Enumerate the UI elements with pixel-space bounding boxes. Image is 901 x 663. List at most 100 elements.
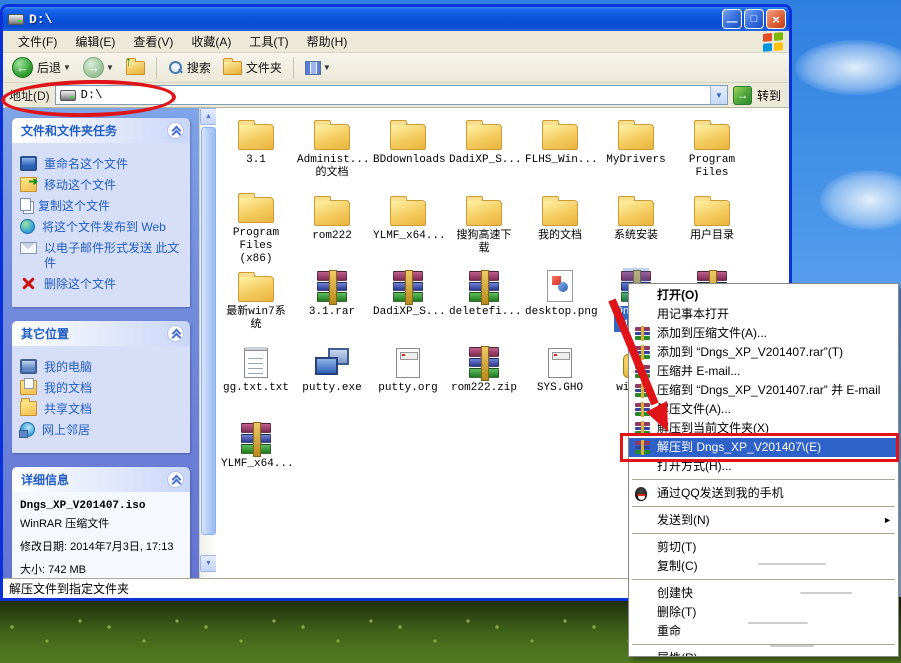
file-item[interactable]: Program Files (x86) <box>218 190 294 266</box>
file-item[interactable]: putty.org <box>370 342 446 418</box>
context-menu-item[interactable]: 删除(T) <box>629 603 898 622</box>
file-item[interactable]: desktop.png <box>522 266 598 342</box>
context-menu-item[interactable]: 解压到当前文件夹(X) <box>629 419 898 438</box>
file-item[interactable]: DadiXP_S... <box>446 114 522 190</box>
file-item[interactable]: Administ... 的文档 <box>294 114 370 190</box>
context-menu-item[interactable]: 解压到 Dngs_XP_V201407\(E) <box>629 438 898 457</box>
address-input[interactable]: D:\ ▼ <box>55 85 728 105</box>
folders-button[interactable]: 文件夹 <box>218 57 287 78</box>
other-place-item[interactable]: 我的文档 <box>20 380 185 396</box>
file-item[interactable]: rom222 <box>294 190 370 266</box>
context-menu-item[interactable]: 通过QQ发送到我的手机 <box>629 484 898 503</box>
rar-file-icon <box>469 347 499 378</box>
file-label: BDdownloads <box>371 154 445 167</box>
context-menu-item[interactable]: 添加到压缩文件(A)... <box>629 324 898 343</box>
context-menu-item[interactable]: 重命 <box>629 622 898 641</box>
menubar-item[interactable]: 收藏(A) <box>182 33 240 51</box>
views-button[interactable]: ▼ <box>300 59 336 77</box>
file-item[interactable]: 我的文档 <box>522 190 598 266</box>
context-menu-item[interactable]: 添加到 “Dngs_XP_V201407.rar”(T) <box>629 343 898 362</box>
other-place-item[interactable]: 共享文档 <box>20 401 185 417</box>
context-menu-item[interactable]: 创建快 <box>629 584 898 603</box>
file-item[interactable]: FLHS_Win... <box>522 114 598 190</box>
context-menu-item[interactable]: 复制(C) <box>629 557 898 576</box>
file-item[interactable]: 3.1 <box>218 114 294 190</box>
details-header[interactable]: 详细信息 <box>12 467 190 492</box>
file-item[interactable]: 用户目录 <box>674 190 750 266</box>
file-item[interactable]: SYS.GHO <box>522 342 598 418</box>
toolbar-separator <box>293 57 294 79</box>
back-button[interactable]: ← 后退 ▼ <box>7 55 76 80</box>
other-places-panel: 其它位置 我的电脑我的文档共享文档网上邻居 <box>12 321 190 453</box>
file-task-item[interactable]: 将这个文件发布到 Web <box>20 219 185 235</box>
file-task-item[interactable]: 复制这个文件 <box>20 198 185 214</box>
context-menu-item[interactable]: 压缩并 E-mail... <box>629 362 898 381</box>
menubar-item[interactable]: 查看(V) <box>124 33 182 51</box>
context-menu-label: 压缩并 E-mail... <box>657 364 740 378</box>
forward-caret-icon: ▼ <box>106 63 114 72</box>
title-bar[interactable]: D:\ — □ × <box>3 7 789 31</box>
menubar-item[interactable]: 文件(F) <box>9 33 66 51</box>
file-item[interactable]: rom222.zip <box>446 342 522 418</box>
file-item[interactable]: 3.1.rar <box>294 266 370 342</box>
details-modified: 修改日期: 2014年7月3日, 17:13 <box>20 538 185 554</box>
file-item[interactable]: 系统安装 <box>598 190 674 266</box>
file-item[interactable]: deletefi... <box>446 266 522 342</box>
context-menu-item[interactable]: 打开(O) <box>629 286 898 305</box>
scroll-up-button[interactable]: ▲ <box>200 108 217 125</box>
file-item[interactable]: 最新win7系 统 <box>218 266 294 342</box>
context-menu-label: 解压到 Dngs_XP_V201407\(E) <box>657 440 821 454</box>
maximize-button[interactable]: □ <box>744 9 764 29</box>
minimize-button[interactable]: — <box>722 9 742 29</box>
scroll-down-button[interactable]: ▼ <box>200 555 217 572</box>
address-dropdown-button[interactable]: ▼ <box>710 86 727 104</box>
file-item[interactable]: DadiXP_S... <box>370 266 446 342</box>
submenu-arrow-icon: ► <box>883 511 892 530</box>
context-menu-item[interactable]: 打开方式(H)... <box>629 457 898 476</box>
menubar-item[interactable]: 帮助(H) <box>298 33 357 51</box>
file-item[interactable]: Program Files <box>674 114 750 190</box>
file-item[interactable]: BDdownloads <box>370 114 446 190</box>
context-menu-item[interactable]: 压缩到 “Dngs_XP_V201407.rar” 并 E-mail <box>629 381 898 400</box>
file-item[interactable]: YLMF_x64... <box>218 418 294 494</box>
context-menu-item[interactable]: 解压文件(A)... <box>629 400 898 419</box>
close-button[interactable]: × <box>766 9 786 29</box>
file-item[interactable]: putty.exe <box>294 342 370 418</box>
other-place-item[interactable]: 网上邻居 <box>20 422 185 438</box>
toolbar: ← 后退 ▼ → ▼ ↑ 搜索 文件夹 ▼ <box>3 53 789 83</box>
context-menu-item[interactable]: 发送到(N) ► <box>629 511 898 530</box>
context-menu-label: 属性(R) <box>657 651 698 657</box>
collapse-chevron-icon[interactable] <box>167 122 184 139</box>
file-task-item[interactable]: 以电子邮件形式发送 此文件 <box>20 240 185 271</box>
go-button[interactable]: → <box>733 86 752 105</box>
file-label: 3.1.rar <box>307 306 357 319</box>
context-menu-item[interactable]: 用记事本打开 <box>629 305 898 324</box>
forward-button[interactable]: → ▼ <box>78 55 119 80</box>
collapse-chevron-icon[interactable] <box>167 471 184 488</box>
other-places-header[interactable]: 其它位置 <box>12 321 190 346</box>
file-item[interactable]: YLMF_x64... <box>370 190 446 266</box>
search-button[interactable]: 搜索 <box>163 57 216 78</box>
rar-icon <box>635 441 650 454</box>
other-place-item[interactable]: 我的电脑 <box>20 359 185 375</box>
context-menu-item[interactable]: 属性(R) <box>629 649 898 657</box>
menubar-item[interactable]: 工具(T) <box>240 33 297 51</box>
scrollbar-thumb[interactable] <box>201 127 216 535</box>
file-item[interactable]: MyDrivers <box>598 114 674 190</box>
file-task-label: 复制这个文件 <box>38 198 110 214</box>
context-menu: 打开(O)用记事本打开添加到压缩文件(A)...添加到 “Dngs_XP_V20… <box>628 283 899 657</box>
file-tasks-header[interactable]: 文件和文件夹任务 <box>12 118 190 143</box>
vertical-scrollbar[interactable]: ▲ ▼ <box>199 108 216 578</box>
collapse-chevron-icon[interactable] <box>167 325 184 342</box>
go-arrow-icon: → <box>736 88 748 102</box>
file-task-label: 重命名这个文件 <box>44 156 128 172</box>
context-menu-item[interactable]: 剪切(T) <box>629 538 898 557</box>
file-task-item[interactable]: 重命名这个文件 <box>20 156 185 172</box>
file-task-item[interactable]: 删除这个文件 <box>20 276 185 292</box>
file-item[interactable]: gg.txt.txt <box>218 342 294 418</box>
up-button[interactable]: ↑ <box>121 59 150 77</box>
file-task-item[interactable]: 移动这个文件 <box>20 177 185 193</box>
menubar-item[interactable]: 编辑(E) <box>66 33 124 51</box>
context-menu-label: 发送到(N) <box>657 513 710 527</box>
file-item[interactable]: 搜狗高速下 载 <box>446 190 522 266</box>
